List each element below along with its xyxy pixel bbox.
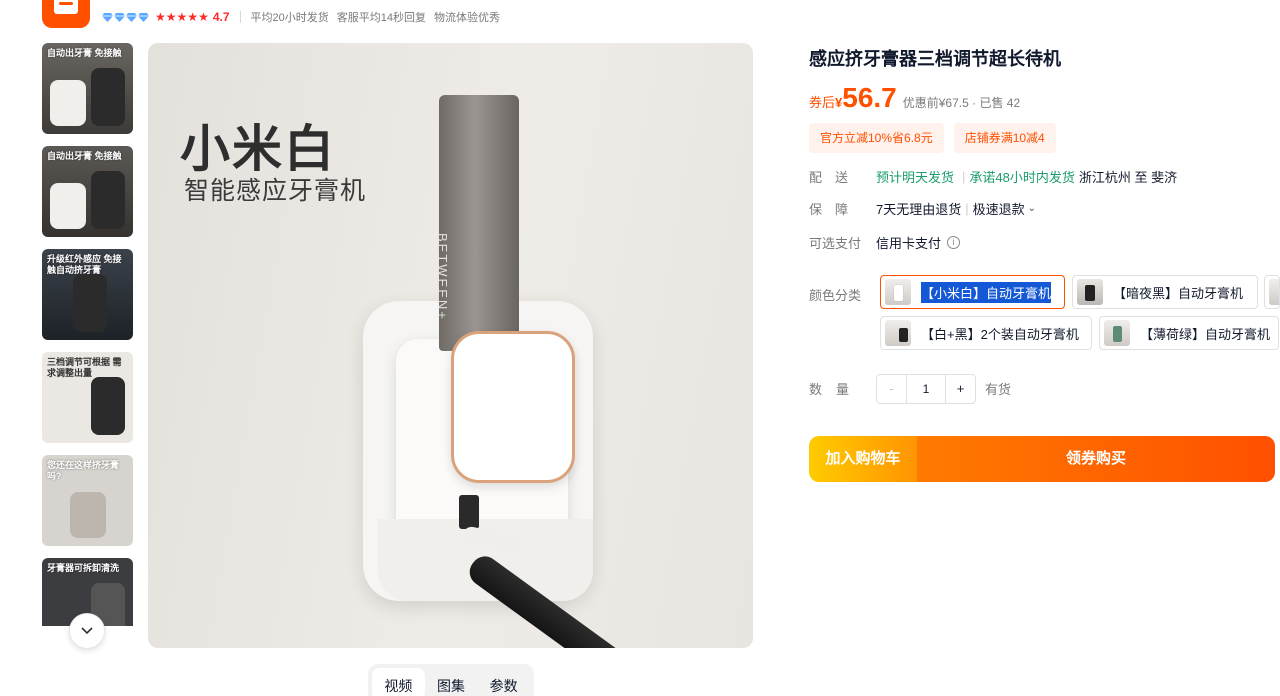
media-tabs: 视频 图集 参数 [368, 664, 534, 696]
thumbnail-scroll-down-button[interactable] [69, 613, 105, 649]
divider [239, 11, 241, 23]
thumbnail-caption: 自动出牙膏 免接触 [47, 151, 122, 161]
tab-params[interactable]: 参数 [477, 668, 530, 696]
sku-option-label: 【小米白】自动牙膏机 [921, 281, 1052, 303]
hand-squeezing-tube-icon [70, 492, 106, 538]
sku-option-more[interactable] [1264, 275, 1280, 309]
thumbnail-3[interactable]: 升级红外感应 免接触自动挤牙膏 [42, 249, 133, 340]
shop-stat-service: 客服平均14秒回复 [336, 12, 427, 24]
sku-option-white[interactable]: 【小米白】自动牙膏机 [880, 275, 1065, 309]
main-product-image[interactable]: 小米白 智能感应牙膏机 BETWEEN+ [148, 43, 753, 648]
quantity-increment-button[interactable]: + [946, 375, 975, 403]
tab-video[interactable]: 视频 [372, 668, 425, 696]
thumbnail-1[interactable]: 自动出牙膏 免接触 [42, 43, 133, 134]
info-icon[interactable]: i [947, 235, 961, 249]
price-tag: 券后 [809, 95, 836, 110]
chevron-down-icon[interactable]: ⌄ [1028, 203, 1036, 214]
diamond-icon [114, 12, 125, 22]
shop-stat-logistics: 物流体验优秀 [434, 12, 501, 24]
thumbnail-4[interactable]: 三档调节可根据 需求调整出量 [42, 352, 133, 443]
tab-gallery[interactable]: 图集 [425, 668, 478, 696]
quantity-label: 数量 [809, 382, 864, 397]
shop-rating-stars: ★ ★ ★ ★ ★ [155, 11, 209, 23]
quantity-decrement-button[interactable]: - [877, 375, 906, 403]
black-dispenser-icon [91, 377, 125, 435]
image-subheadline: 智能感应牙膏机 [184, 177, 367, 205]
sku-swatch-icon [1077, 279, 1103, 305]
star-icon: ★ [155, 10, 166, 24]
delivery-eta: 预计明天发货 [876, 169, 955, 185]
guarantee-fast-refund[interactable]: 极速退款 [973, 199, 1025, 218]
star-icon: ★ [165, 10, 177, 24]
star-icon: ★ [198, 10, 209, 24]
divider: | [965, 200, 969, 216]
thumbnail-list: 自动出牙膏 免接触 自动出牙膏 免接触 升级红外感应 免接触自动挤牙膏 三档调节… [42, 43, 133, 626]
delivery-route[interactable]: 浙江杭州 至 斐济 [1079, 167, 1177, 186]
coupon-store[interactable]: 店铺券满10减4 [953, 123, 1056, 153]
delivery-label: 配 送 [809, 169, 849, 185]
tube-brand-text: BETWEEN+ [435, 233, 450, 321]
guarantee-label: 保 障 [809, 201, 849, 217]
buy-with-coupon-button[interactable]: 领券购买 [917, 436, 1275, 482]
sku-option-label: 【暗夜黑】自动牙膏机 [1113, 285, 1244, 301]
thumbnail-2[interactable]: 自动出牙膏 免接触 [42, 146, 133, 237]
currency-symbol: ¥ [835, 95, 843, 110]
sku-swatch-icon [1104, 320, 1130, 346]
coupon-official-discount[interactable]: 官方立减10%省6.8元 [809, 123, 944, 153]
sku-option-label: 【薄荷绿】自动牙膏机 [1140, 326, 1271, 342]
diamond-icon [138, 12, 149, 22]
divider: | [962, 168, 966, 184]
guarantee-return: 7天无理由退货 [876, 201, 962, 217]
shop-stat-shipping: 平均20小时发货 [250, 12, 329, 24]
sku-swatch-icon [885, 320, 911, 346]
quantity-stepper: - + [876, 374, 976, 404]
dispenser-front-panel [451, 331, 575, 483]
sku-swatch-icon [885, 279, 911, 305]
sku-option-black[interactable]: 【暗夜黑】自动牙膏机 [1072, 275, 1258, 309]
guarantee-row: 保 障 7天无理由退货 | 极速退款 ⌄ [809, 198, 1036, 218]
price-row: 券后 ¥ 56.7 优惠前¥67.5 · 已售 42 [809, 82, 1020, 114]
black-dispenser-icon [91, 171, 125, 229]
thumbnail-5[interactable]: 您还在这样挤牙膏吗? [42, 455, 133, 546]
thumbnail-caption: 牙膏器可拆卸清洗 [47, 563, 120, 573]
original-price-and-sold: 优惠前¥67.5 · 已售 42 [902, 96, 1021, 110]
thumbnail-caption: 您还在这样挤牙膏吗? [47, 460, 120, 481]
coupon-list: 官方立减10%省6.8元 店铺券满10减4 [809, 123, 1056, 153]
payment-label: 可选支付 [809, 235, 862, 251]
payment-method: 信用卡支付 [876, 235, 942, 251]
stock-status: 有货 [985, 382, 1012, 397]
sku-option-white-black-pair[interactable]: 【白+黑】2个装自动牙膏机 [880, 316, 1092, 350]
shop-rating-strip: ★ ★ ★ ★ ★ 4.7 平均20小时发货 客服平均14秒回复 物流体验优秀 [102, 8, 508, 26]
shop-level-diamonds [102, 12, 149, 22]
quantity-input[interactable] [906, 375, 946, 403]
sku-option-label: 【白+黑】2个装自动牙膏机 [921, 326, 1079, 342]
white-dispenser-icon [50, 80, 86, 126]
white-dispenser-icon [50, 183, 86, 229]
star-icon: ★ [176, 10, 188, 24]
thumbnail-caption: 三档调节可根据 需求调整出量 [47, 357, 122, 378]
chevron-down-icon [81, 627, 93, 635]
payment-row: 可选支付 信用卡支付 i [809, 232, 961, 252]
purchase-actions: 加入购物车 领券购买 [809, 436, 1275, 482]
toothpaste-tube [439, 95, 519, 351]
black-dispenser-icon [91, 68, 125, 126]
infrared-sensor [459, 495, 479, 529]
add-to-cart-button[interactable]: 加入购物车 [809, 436, 917, 482]
shop-score: 4.7 [212, 10, 230, 24]
thumbnail-caption: 自动出牙膏 免接触 [47, 48, 122, 58]
star-icon: ★ [187, 10, 199, 24]
sku-label: 颜色分类 [809, 288, 862, 303]
sku-option-mint[interactable]: 【薄荷绿】自动牙膏机 [1099, 316, 1279, 350]
product-title: 感应挤牙膏器三档调节超长待机 [809, 49, 1061, 69]
shop-logo[interactable] [42, 0, 90, 28]
sku-swatch-icon [1269, 279, 1279, 305]
delivery-row: 配 送 预计明天发货 | 承诺48小时内发货 浙江杭州 至 斐济 [809, 166, 1177, 186]
thumbnail-caption: 升级红外感应 免接触自动挤牙膏 [47, 254, 122, 275]
diamond-icon [126, 12, 137, 22]
black-dispenser-icon [73, 274, 107, 332]
price-value: 56.7 [842, 82, 897, 113]
delivery-promise: 承诺48小时内发货 [969, 169, 1075, 185]
diamond-icon [102, 12, 113, 22]
